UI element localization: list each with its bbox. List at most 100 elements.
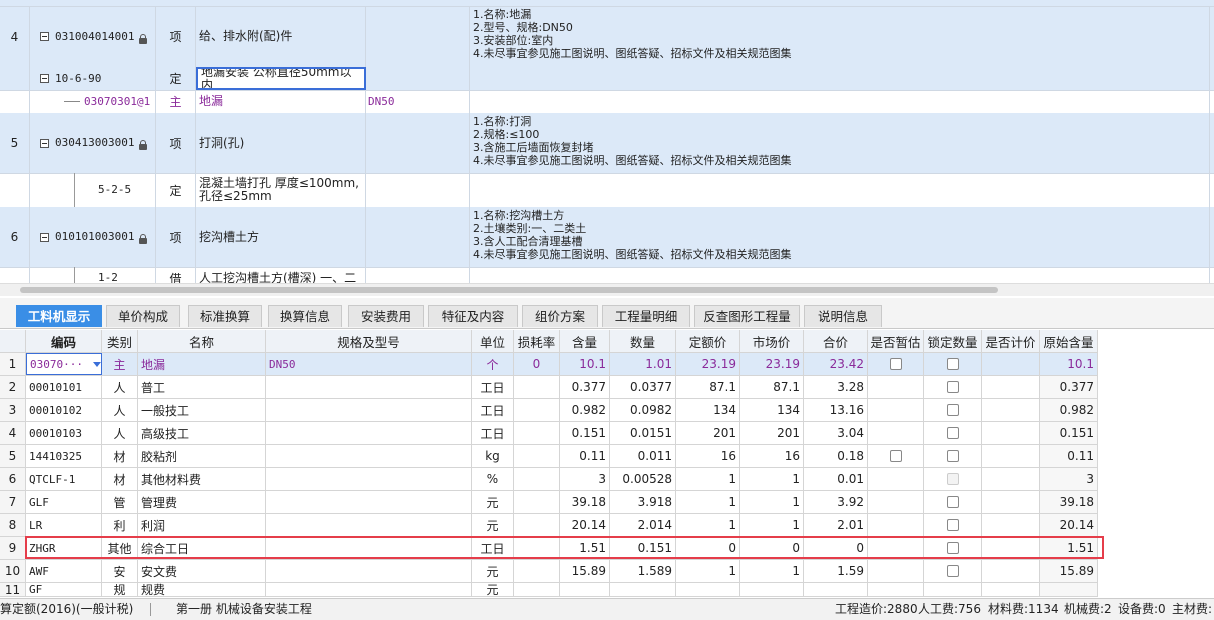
collapse-toggle-icon[interactable] bbox=[40, 138, 49, 148]
code-cell[interactable]: 00010103 bbox=[26, 422, 102, 444]
checkbox[interactable] bbox=[946, 450, 959, 462]
amount-cell[interactable]: 1.589 bbox=[610, 560, 676, 582]
orig-cell[interactable]: 0.982 bbox=[1040, 399, 1098, 421]
loss-cell[interactable] bbox=[514, 445, 560, 467]
priced-cell[interactable] bbox=[982, 468, 1040, 490]
total-cell[interactable]: 3.04 bbox=[804, 422, 868, 444]
lock-qty-cell[interactable] bbox=[924, 583, 982, 596]
loss-cell[interactable] bbox=[514, 468, 560, 490]
horizontal-scrollbar[interactable] bbox=[0, 283, 1214, 296]
name-cell[interactable]: 胶粘剂 bbox=[138, 445, 266, 467]
bill-row[interactable]: 5-2-5 定混凝土墙打孔 厚度≤100mm,孔径≤25mm bbox=[0, 173, 1214, 208]
name-cell[interactable]: 综合工日 bbox=[138, 537, 266, 559]
column-header[interactable]: 名称 bbox=[138, 330, 266, 352]
amount-cell[interactable]: 0.0982 bbox=[610, 399, 676, 421]
qty-cell[interactable] bbox=[560, 583, 610, 596]
qty-cell[interactable]: 0.982 bbox=[560, 399, 610, 421]
code-cell[interactable]: QTCLF-1 bbox=[26, 468, 102, 490]
item-spec[interactable] bbox=[366, 6, 470, 67]
checkbox[interactable] bbox=[946, 404, 959, 416]
cat-cell[interactable]: 人 bbox=[102, 376, 138, 398]
amount-cell[interactable]: 0.0151 bbox=[610, 422, 676, 444]
checkbox[interactable] bbox=[946, 496, 959, 508]
tab-6[interactable]: 特征及内容 bbox=[428, 305, 518, 327]
lock-qty-cell[interactable] bbox=[924, 422, 982, 444]
amount-cell[interactable]: 3.918 bbox=[610, 491, 676, 513]
code-cell[interactable]: 00010102 bbox=[26, 399, 102, 421]
name-cell[interactable]: 一般技工 bbox=[138, 399, 266, 421]
item-name[interactable]: 地漏安装 公称直径50mm以内 bbox=[196, 67, 366, 90]
spec-cell[interactable] bbox=[266, 399, 472, 421]
orig-cell[interactable]: 3 bbox=[1040, 468, 1098, 490]
bill-row[interactable]: 1-2 借人工挖沟槽土方(槽深) 一、二 bbox=[0, 267, 1214, 283]
qty-cell[interactable]: 39.18 bbox=[560, 491, 610, 513]
qty-cell[interactable]: 15.89 bbox=[560, 560, 610, 582]
tab-1[interactable]: 工料机显示 bbox=[16, 305, 102, 327]
name-cell[interactable]: 利润 bbox=[138, 514, 266, 536]
item-spec[interactable] bbox=[366, 207, 470, 267]
item-spec[interactable]: DN50 bbox=[366, 90, 470, 113]
spec-cell[interactable]: DN50 bbox=[266, 353, 472, 375]
tab-7[interactable]: 组价方案 bbox=[522, 305, 598, 327]
mprice-cell[interactable]: 201 bbox=[740, 422, 804, 444]
spec-cell[interactable] bbox=[266, 560, 472, 582]
unit-cell[interactable]: 工日 bbox=[472, 376, 514, 398]
total-cell[interactable]: 0 bbox=[804, 537, 868, 559]
priced-cell[interactable] bbox=[982, 560, 1040, 582]
loss-cell[interactable] bbox=[514, 376, 560, 398]
mprice-cell[interactable]: 87.1 bbox=[740, 376, 804, 398]
resource-row[interactable]: 1 03070··· 主地漏 DN50 个 0 10.1 1.01 23.19 23.19 23.4… bbox=[0, 353, 1098, 376]
code-cell[interactable]: GLF bbox=[26, 491, 102, 513]
qty-cell[interactable]: 0.151 bbox=[560, 422, 610, 444]
tab-3[interactable]: 标准换算 bbox=[188, 305, 262, 327]
estimate-cell[interactable] bbox=[868, 560, 924, 582]
collapse-toggle-icon[interactable] bbox=[40, 232, 49, 242]
item-spec[interactable] bbox=[366, 113, 470, 173]
dprice-cell[interactable]: 1 bbox=[676, 560, 740, 582]
estimate-cell[interactable] bbox=[868, 353, 924, 375]
column-header[interactable]: 市场价 bbox=[740, 330, 804, 352]
dprice-cell[interactable]: 134 bbox=[676, 399, 740, 421]
total-cell[interactable]: 3.92 bbox=[804, 491, 868, 513]
loss-cell[interactable] bbox=[514, 399, 560, 421]
tab-9[interactable]: 反查图形工程量 bbox=[694, 305, 800, 327]
code-cell[interactable]: 030413003001 bbox=[30, 113, 156, 173]
orig-cell[interactable]: 0.11 bbox=[1040, 445, 1098, 467]
spec-cell[interactable] bbox=[266, 514, 472, 536]
item-name[interactable]: 地漏 bbox=[196, 90, 366, 113]
item-features[interactable]: 1.名称:挖沟槽土方 2.土壤类别:一、二类土 3.含人工配合清理基槽 4.未尽事宜参… bbox=[470, 207, 1210, 267]
resource-row[interactable]: 6 QTCLF-1 材其他材料费% 3 0.00528 1 1 0.01 3 bbox=[0, 468, 1098, 491]
name-cell[interactable]: 规费 bbox=[138, 583, 266, 596]
total-cell[interactable]: 2.01 bbox=[804, 514, 868, 536]
unit-cell[interactable]: 工日 bbox=[472, 537, 514, 559]
dprice-cell[interactable]: 23.19 bbox=[676, 353, 740, 375]
column-header[interactable]: 单位 bbox=[472, 330, 514, 352]
dprice-cell[interactable] bbox=[676, 583, 740, 596]
orig-cell[interactable]: 0.151 bbox=[1040, 422, 1098, 444]
item-name[interactable]: 混凝土墙打孔 厚度≤100mm,孔径≤25mm bbox=[196, 173, 366, 207]
lock-qty-cell[interactable] bbox=[924, 491, 982, 513]
column-header[interactable]: 含量 bbox=[560, 330, 610, 352]
amount-cell[interactable]: 0.151 bbox=[610, 537, 676, 559]
priced-cell[interactable] bbox=[982, 514, 1040, 536]
loss-cell[interactable] bbox=[514, 422, 560, 444]
spec-cell[interactable] bbox=[266, 537, 472, 559]
dprice-cell[interactable]: 0 bbox=[676, 537, 740, 559]
estimate-cell[interactable] bbox=[868, 376, 924, 398]
unit-cell[interactable]: 工日 bbox=[472, 399, 514, 421]
unit-cell[interactable]: 元 bbox=[472, 514, 514, 536]
cat-cell[interactable]: 利 bbox=[102, 514, 138, 536]
resource-row[interactable]: 5 14410325 材胶粘剂 kg 0.11 0.011 16 16 0.18 0.11 bbox=[0, 445, 1098, 468]
item-name[interactable]: 挖沟槽土方 bbox=[196, 207, 366, 267]
spec-cell[interactable] bbox=[266, 491, 472, 513]
bill-items-grid[interactable]: 4 031004014001 项给、排水附(配)件 1.名称:地漏 2.型号、规格:DN… bbox=[0, 0, 1214, 283]
mprice-cell[interactable]: 134 bbox=[740, 399, 804, 421]
resource-row[interactable]: 8 LR 利利润元 20.14 2.014 1 1 2.01 20.14 bbox=[0, 514, 1098, 537]
collapse-toggle-icon[interactable] bbox=[40, 74, 49, 83]
column-header[interactable]: 编码 bbox=[26, 330, 102, 352]
priced-cell[interactable] bbox=[982, 491, 1040, 513]
checkbox[interactable] bbox=[946, 542, 959, 554]
tab-10[interactable]: 说明信息 bbox=[804, 305, 882, 327]
column-header[interactable]: 规格及型号 bbox=[266, 330, 472, 352]
total-cell[interactable] bbox=[804, 583, 868, 596]
